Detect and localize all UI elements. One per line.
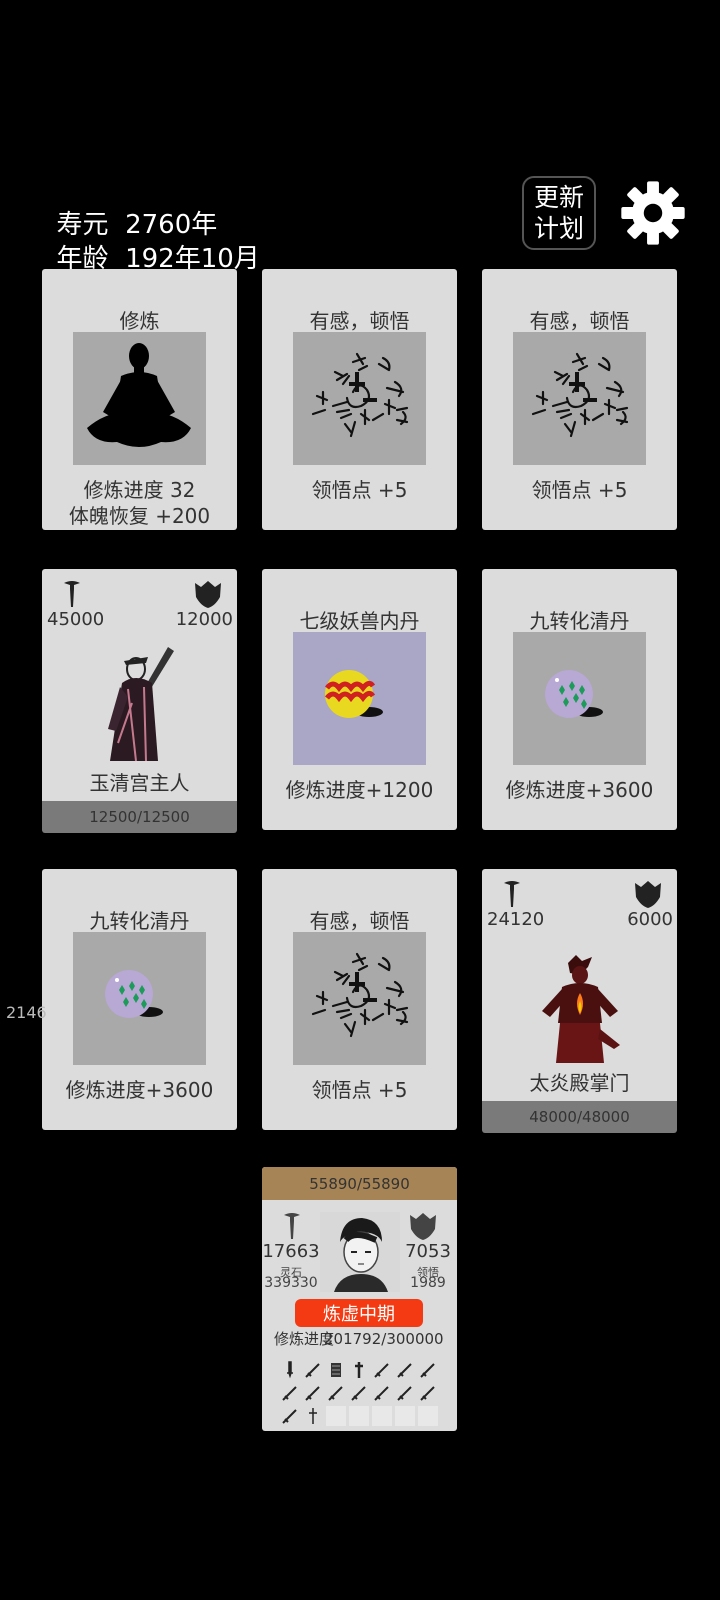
gear-icon[interactable]	[620, 180, 686, 246]
update-plan-label-1: 更新	[533, 183, 584, 212]
pill-orb-icon	[105, 970, 163, 1018]
realm-badge: 炼虚中期	[295, 1299, 423, 1327]
defense-icon	[195, 581, 221, 608]
enemy-defense-value: 12000	[175, 609, 233, 630]
sword-icon[interactable]	[303, 1383, 323, 1403]
card-title: 有感，顿悟	[529, 309, 630, 333]
avatar	[334, 1218, 388, 1292]
update-plan-label-2: 计划	[533, 214, 584, 243]
sword-icon[interactable]	[280, 1406, 300, 1426]
cultivation-progress-gain: 修炼进度+3600	[65, 1078, 214, 1102]
sword-icon[interactable]	[303, 1360, 323, 1380]
sword-icon[interactable]	[326, 1383, 346, 1403]
beast-core-orb-icon	[325, 670, 383, 718]
blade-icon[interactable]	[349, 1360, 369, 1380]
card-title: 九转化清丹	[89, 909, 190, 933]
player-defense-value: 7053	[405, 1241, 451, 1262]
card-title: 七级妖兽内丹	[299, 609, 420, 633]
sword-icon[interactable]	[418, 1360, 438, 1380]
calligraphy-image	[293, 932, 426, 1065]
empty-inventory-slot[interactable]	[418, 1406, 438, 1426]
insight-point-gain: 领悟点 +5	[311, 1078, 408, 1102]
card-beast-core[interactable]: 七级妖兽内丹 修炼进度+1200	[262, 569, 457, 830]
attack-icon	[504, 881, 520, 907]
enemy-portrait	[108, 647, 174, 762]
defense-icon	[635, 881, 661, 908]
pill-image	[73, 932, 206, 1065]
attack-icon	[284, 1213, 300, 1239]
cultivation-progress-gain: 修炼进度+1200	[285, 778, 434, 802]
sword-icon[interactable]	[395, 1383, 415, 1403]
sword-icon[interactable]	[372, 1360, 392, 1380]
body-recovery-gain: 体魄恢复 +200	[68, 504, 211, 528]
dagger-icon[interactable]	[303, 1406, 323, 1426]
insight-point-gain: 领悟点 +5	[311, 478, 408, 502]
scroll-icon[interactable]	[326, 1360, 346, 1380]
meditation-image	[73, 332, 206, 465]
player-attack-value: 17663	[262, 1241, 320, 1262]
player-card[interactable]: 55890/55890 17663 7053 灵石 339330 领悟 1989…	[262, 1167, 457, 1431]
pill-image	[513, 632, 646, 765]
calligraphy-swirl-icon	[311, 952, 409, 1038]
calligraphy-swirl-icon	[531, 352, 629, 438]
cultivation-progress-value: 201792/300000	[324, 1330, 444, 1348]
card-title: 九转化清丹	[529, 609, 630, 633]
age-row: 年龄 192年10月	[40, 208, 260, 275]
player-avatar	[320, 1212, 400, 1292]
meditating-figure-icon	[87, 343, 191, 447]
pill-orb-icon	[545, 670, 603, 718]
sword-icon[interactable]	[418, 1383, 438, 1403]
card-title: 有感，顿悟	[309, 909, 410, 933]
card-title: 修炼	[119, 309, 160, 333]
enemy-attack-value: 45000	[47, 609, 105, 630]
calligraphy-image	[513, 332, 646, 465]
card-enemy-yuqing[interactable]: 45000 12000 玉清宫主人 12500/12500	[42, 569, 237, 833]
sword-icon[interactable]	[372, 1383, 392, 1403]
side-floating-number: 2146	[6, 1003, 47, 1022]
insight-value: 1989	[410, 1275, 446, 1291]
card-enemy-taiyan[interactable]: 24120 6000 太炎殿掌门 48000/48000	[482, 869, 677, 1133]
calligraphy-swirl-icon	[311, 352, 409, 438]
calligraphy-image	[293, 332, 426, 465]
empty-inventory-slot[interactable]	[349, 1406, 369, 1426]
enemy-defense-value: 6000	[627, 909, 673, 930]
enemy-hp-bar: 12500/12500	[42, 801, 237, 833]
enemy-hp-bar: 48000/48000	[482, 1101, 677, 1133]
cultivation-progress-gain: 修炼进度 32	[83, 478, 196, 502]
empty-inventory-slot[interactable]	[372, 1406, 392, 1426]
defense-icon	[410, 1213, 436, 1240]
player-hp-bar: 55890/55890	[262, 1167, 457, 1200]
sword-icon[interactable]	[280, 1383, 300, 1403]
spirit-stone-value: 339330	[264, 1275, 318, 1291]
card-pill-2[interactable]: 九转化清丹 修炼进度+3600	[42, 869, 237, 1130]
dagger-icon[interactable]	[280, 1360, 300, 1380]
update-plan-button[interactable]: 更新 计划	[522, 176, 596, 250]
card-insight-2[interactable]: 有感，顿悟 领悟点 +5	[482, 269, 677, 530]
beast-core-image	[293, 632, 426, 765]
card-pill-1[interactable]: 九转化清丹 修炼进度+3600	[482, 569, 677, 830]
attack-icon	[64, 581, 80, 607]
sword-icon[interactable]	[349, 1383, 369, 1403]
insight-point-gain: 领悟点 +5	[531, 478, 628, 502]
empty-inventory-slot[interactable]	[326, 1406, 346, 1426]
sword-icon[interactable]	[395, 1360, 415, 1380]
card-cultivate[interactable]: 修炼 修炼进度 32 体魄恢复 +200	[42, 269, 237, 530]
enemy-name: 太炎殿掌门	[529, 1071, 630, 1095]
card-title: 有感，顿悟	[309, 309, 410, 333]
card-insight-3[interactable]: 有感，顿悟 领悟点 +5	[262, 869, 457, 1130]
cultivation-progress-gain: 修炼进度+3600	[505, 778, 654, 802]
enemy-attack-value: 24120	[487, 909, 545, 930]
empty-inventory-slot[interactable]	[395, 1406, 415, 1426]
enemy-portrait	[542, 955, 620, 1063]
enemy-name: 玉清宫主人	[89, 771, 190, 795]
card-insight-1[interactable]: 有感，顿悟 领悟点 +5	[262, 269, 457, 530]
